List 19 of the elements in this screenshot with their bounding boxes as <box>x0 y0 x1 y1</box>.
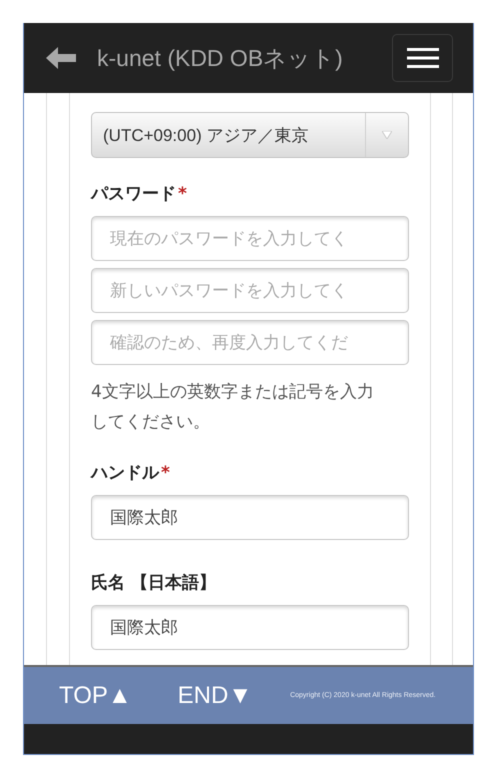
field-label: ハンドル <box>91 463 159 483</box>
footer-link[interactable]: END▼ <box>178 682 252 710</box>
menu-icon <box>406 48 438 68</box>
timezone-select[interactable]: (UTC+09:00) アジア／東京 <box>91 112 409 158</box>
input-field[interactable]: 国際太郎 <box>91 605 409 650</box>
help-text: 4文字以上の英数字または記号を入力してください。 <box>91 381 375 434</box>
required-mark: * <box>161 463 170 483</box>
app-title: k-unet (KDD OBネット) <box>97 44 344 73</box>
footer-link[interactable]: TOP▲ <box>59 682 132 710</box>
dropdown-arrow-icon <box>382 131 392 139</box>
input-field[interactable]: 国際太郎 <box>91 495 409 540</box>
field-label: 氏名 【日本語】 <box>91 573 216 593</box>
field-label: パスワード <box>91 184 176 204</box>
input-field[interactable]: 新しいパスワードを入力してく <box>91 268 409 313</box>
input-field[interactable]: 確認のため、再度入力してくだ <box>91 320 409 365</box>
back-arrow-icon[interactable] <box>46 47 76 69</box>
menu-button[interactable] <box>392 34 453 82</box>
required-mark: * <box>178 184 187 204</box>
input-field[interactable]: 現在のパスワードを入力してく <box>91 216 409 261</box>
